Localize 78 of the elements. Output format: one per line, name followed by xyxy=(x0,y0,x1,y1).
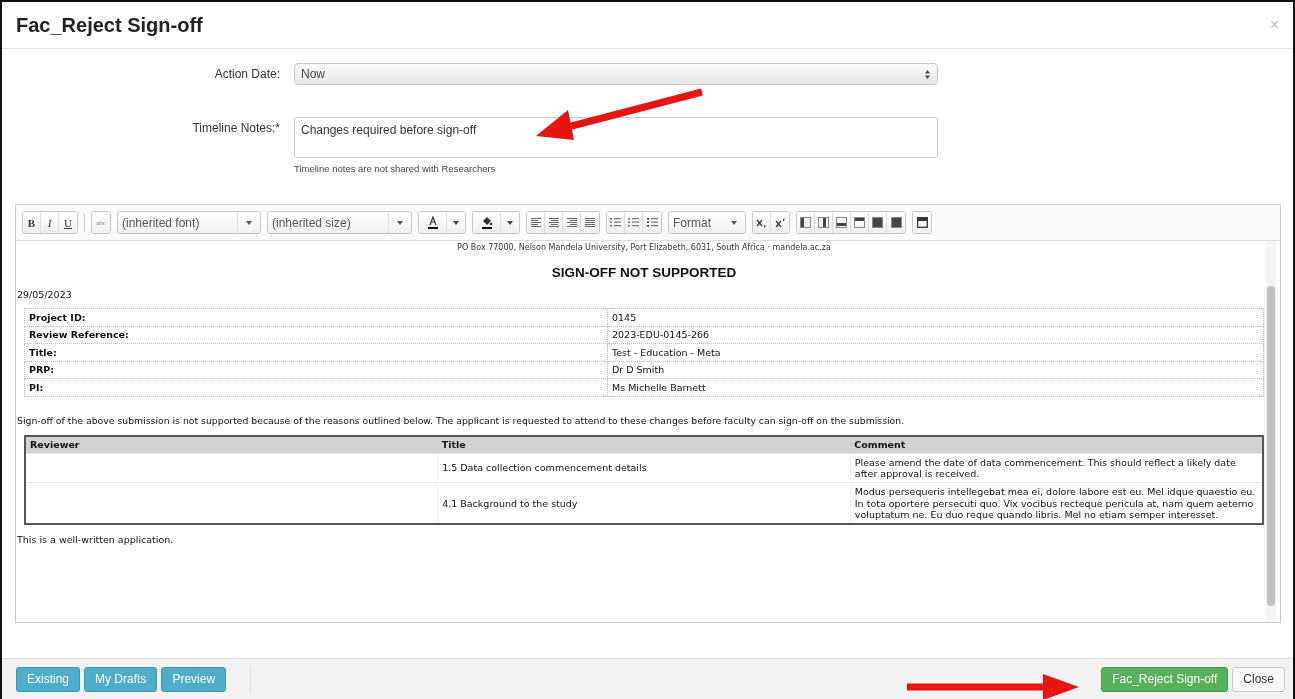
align-button[interactable] xyxy=(563,212,581,233)
subscript-icon xyxy=(756,217,767,228)
table-column-icon xyxy=(800,217,811,228)
caret-icon xyxy=(397,220,403,225)
dialog-title: Fac_Reject Sign-off xyxy=(16,13,203,37)
table-button[interactable] xyxy=(797,212,815,233)
table-button[interactable] xyxy=(869,212,887,233)
numbered-list-icon xyxy=(628,218,639,227)
field-label: Timeline Notes:* xyxy=(191,120,280,135)
detail-value: Dr D Smith xyxy=(607,361,1264,379)
align-right-icon xyxy=(566,218,577,227)
table-row-icon xyxy=(854,217,865,228)
align-left-icon xyxy=(530,218,541,227)
window-icon xyxy=(916,217,928,228)
table-cell: 4.1 Background to the study xyxy=(437,482,851,525)
column-header: Comment xyxy=(850,435,1263,453)
table-cell: Modus persequeris intellegebat mea ei, dolore labore est eu. Mel idque quaestio eu. In tota oportere persecuti quo. Vix vocibus recteque pericula at, nam quem aeterno voluptatum ne. Eu duo reque quando libris. Mel no etiam semper interesset. xyxy=(850,482,1263,525)
highlight-button[interactable] xyxy=(473,212,501,233)
text-color-button[interactable] xyxy=(419,212,447,233)
table-button[interactable] xyxy=(815,212,833,233)
table-cell: Please amend the date of data commencement. This should reflect a likely date after approval is received. xyxy=(850,453,1263,483)
superscript-button[interactable] xyxy=(771,212,789,233)
column-header: Reviewer xyxy=(25,435,438,453)
detail-value: Ms Michelle Barnett xyxy=(607,378,1264,396)
document-heading: SIGN-OFF NOT SUPPORTED xyxy=(550,265,738,280)
list-button[interactable] xyxy=(643,212,661,233)
detail-label: Title: xyxy=(24,343,608,361)
detail-label: Review Reference: xyxy=(24,326,608,344)
column-header: Title xyxy=(437,435,851,453)
format-button[interactable]: I xyxy=(41,212,59,233)
caret-icon xyxy=(453,220,459,225)
caret-icon xyxy=(731,220,737,225)
align-button[interactable] xyxy=(581,212,599,233)
format-button[interactable]: B xyxy=(23,212,41,233)
table-row-icon xyxy=(836,217,847,228)
font-dropdown[interactable]: (inherited font) xyxy=(117,211,261,234)
document-date: 29/05/2023 xyxy=(17,289,73,300)
field-label: Action Date: xyxy=(213,66,280,81)
align-center-icon xyxy=(548,218,559,227)
list-button[interactable] xyxy=(625,212,643,233)
source-button[interactable] xyxy=(913,212,931,233)
dropdown-button[interactable] xyxy=(447,212,465,233)
updown-icon xyxy=(924,68,931,80)
help-text: Timeline notes are not shared with Researchers xyxy=(294,163,497,174)
align-button[interactable] xyxy=(527,212,545,233)
table-button[interactable] xyxy=(833,212,851,233)
timeline-notes-field[interactable]: Changes required before sign-off xyxy=(294,117,938,158)
scrollbar[interactable] xyxy=(1266,241,1276,622)
table-column-icon xyxy=(818,217,829,228)
justify-icon xyxy=(585,218,595,227)
detail-label: PI: xyxy=(24,378,608,396)
detail-value: 2023-EDU-0145-266 xyxy=(607,326,1264,344)
detail-value: 0145 xyxy=(607,308,1264,326)
indent-icon xyxy=(646,218,658,227)
detail-label: Project ID: xyxy=(24,308,608,326)
close-button[interactable]: Close xyxy=(1232,666,1285,692)
intro-paragraph: Sign-off of the above submission is not supported because of the reasons outlined below. The applicant is requested to attend to these changes before faculty can sign-off on the submission. xyxy=(17,414,906,426)
table-button[interactable] xyxy=(887,212,905,233)
format-dropdown[interactable]: Format xyxy=(668,211,746,234)
paint-bucket-icon xyxy=(480,215,493,230)
subscript-button[interactable] xyxy=(753,212,771,233)
caret-icon xyxy=(507,220,513,225)
list-button[interactable] xyxy=(607,212,625,233)
dropdown-button[interactable] xyxy=(501,212,519,233)
detail-value: Test - Education - Meta xyxy=(607,343,1264,361)
detail-label: PRP: xyxy=(24,361,608,379)
align-button[interactable] xyxy=(545,212,563,233)
superscript-icon xyxy=(774,217,786,228)
table-button[interactable] xyxy=(851,212,869,233)
address-text: PO Box 77000, Nelson Mandela University, Port Elizabeth, 6031, South Africa · mandela.ac.za xyxy=(456,242,832,252)
action-date-select[interactable]: Now xyxy=(294,63,938,85)
closing-text: This is a well-written application. xyxy=(17,534,175,546)
text-color-icon xyxy=(426,215,439,230)
table-cell: 1.5 Data collection commencement details xyxy=(437,453,851,483)
format-button[interactable]: U xyxy=(59,212,77,233)
bullet-list-icon xyxy=(610,218,621,227)
caret-icon xyxy=(246,220,252,225)
size-dropdown[interactable]: (inherited size) xyxy=(267,211,412,234)
